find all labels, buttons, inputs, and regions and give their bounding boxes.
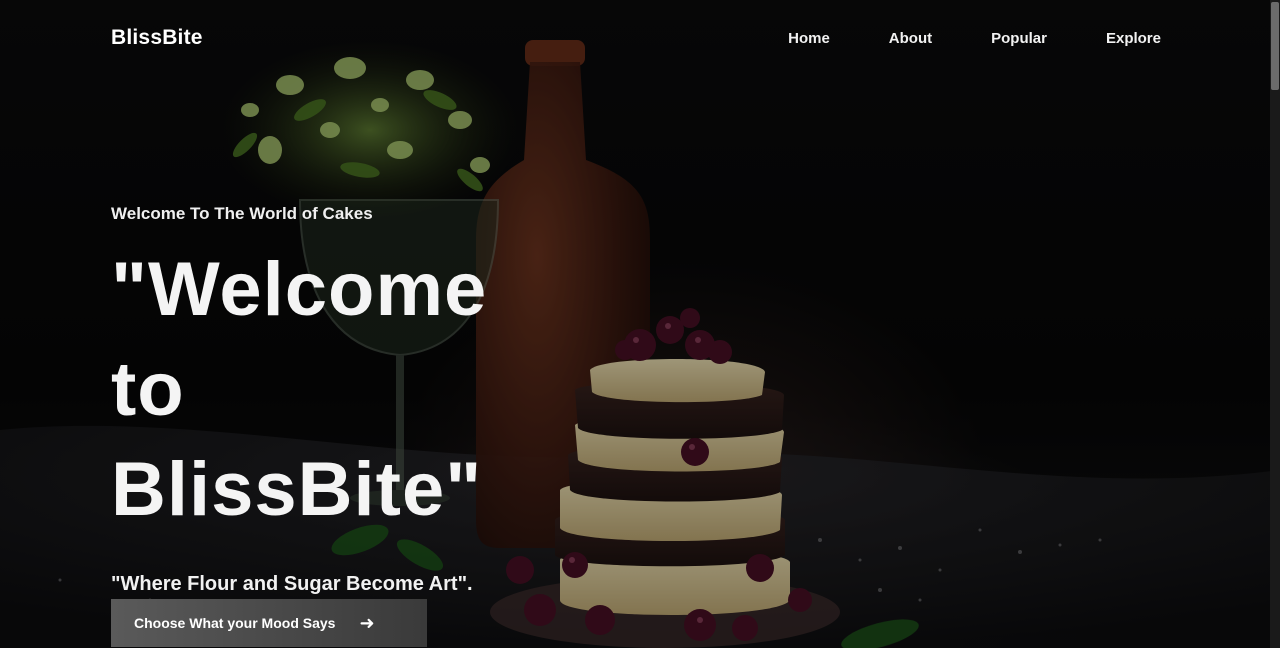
hero-subtitle: Welcome To The World of Cakes — [111, 204, 373, 223]
headline-line-3: BlissBite" — [111, 447, 483, 532]
nav-link-popular[interactable]: Popular — [991, 30, 1047, 47]
arrow-right-icon: ➜ — [359, 612, 375, 633]
nav-link-about[interactable]: About — [889, 30, 932, 47]
cta-label: Choose What your Mood Says — [134, 615, 336, 631]
hero-tagline: "Where Flour and Sugar Become Art". — [111, 573, 473, 595]
choose-mood-button[interactable]: Choose What your Mood Says ➜ — [111, 599, 427, 647]
scrollbar-thumb[interactable] — [1271, 2, 1279, 90]
nav-link-explore[interactable]: Explore — [1106, 30, 1161, 47]
hero-section: BlissBite Home About Popular Explore Wel… — [0, 0, 1280, 648]
brand-logo[interactable]: BlissBite — [111, 26, 203, 50]
headline-line-1: "Welcome — [111, 247, 488, 332]
page-scrollbar[interactable] — [1270, 0, 1280, 648]
headline-line-2: to — [111, 347, 185, 432]
hero-headline: "Welcome to BlissBite" — [111, 240, 581, 540]
nav-links: Home About Popular Explore — [729, 30, 1161, 47]
nav-link-home[interactable]: Home — [788, 30, 830, 47]
top-navbar: BlissBite Home About Popular Explore — [0, 0, 1280, 78]
